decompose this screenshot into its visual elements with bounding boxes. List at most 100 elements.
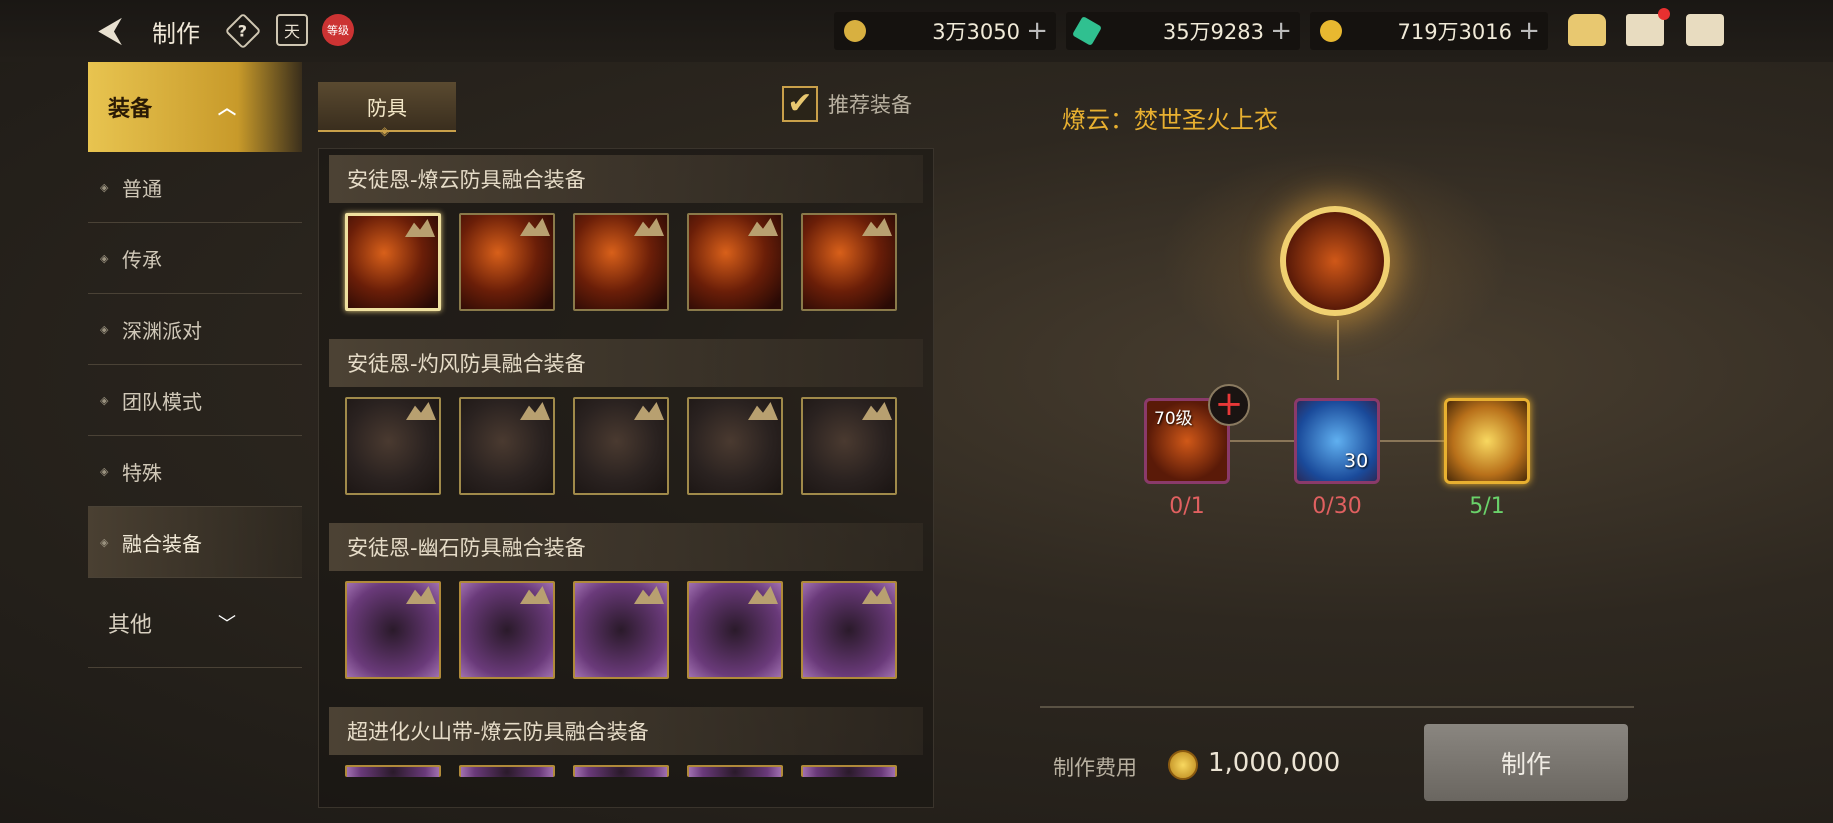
material-count: 0/30 [1312,494,1362,519]
sidebar-item-fusion-equipment[interactable]: 融合装备 [88,507,302,578]
equipment-item[interactable] [345,581,441,679]
gem-icon [1071,15,1103,47]
sidebar-item-normal[interactable]: 普通 [88,152,302,223]
mail-icon[interactable] [1626,8,1670,46]
equipment-item[interactable] [687,581,783,679]
chat-icon[interactable] [1686,14,1724,46]
currency-value: 35万9283 [1162,20,1264,44]
level-badge-icon[interactable]: 等级 [322,14,354,46]
equipment-item[interactable] [459,765,555,777]
add-gem-button[interactable]: + [1270,16,1292,46]
top-bar: ⮜ 制作 ? 天 等级 3万3050 + 35万9283 + 719万3016 … [0,0,1833,62]
equipment-item[interactable] [345,765,441,777]
sidebar-head-label: 装备 [108,97,153,122]
equipment-item[interactable] [801,213,897,311]
sidebar-item-abyss-party[interactable]: 深渊派对 [88,294,302,365]
page-title: 制作 [152,20,200,48]
equipment-item[interactable] [801,581,897,679]
cost-label: 制作费用 [1053,756,1137,780]
grade-icon [520,218,550,236]
add-material-button[interactable]: + [1208,384,1250,426]
group-title: 安徒恩-幽石防具融合装备 [329,523,923,571]
sidebar-item-legacy[interactable]: 传承 [88,223,302,294]
level-tag: 70级 [1154,409,1193,429]
currency-value: 719万3016 [1397,20,1512,44]
equipment-item[interactable] [573,397,669,495]
bag-icon[interactable] [1568,14,1606,46]
sidebar-category-other[interactable]: 其他 ﹀ [88,578,302,668]
equipment-item[interactable] [345,397,441,495]
currency-value: 3万3050 [932,20,1020,44]
equipment-item[interactable] [687,765,783,777]
equipment-item[interactable] [573,765,669,777]
divider [1040,706,1634,708]
gold-coin-icon [1320,20,1342,42]
equipment-item[interactable] [687,397,783,495]
back-arrow-icon[interactable]: ⮜ [98,12,142,48]
equipment-item[interactable] [459,213,555,311]
equipment-item[interactable] [801,397,897,495]
sidebar-category-equipment[interactable]: 装备 ︿ [88,62,302,152]
sidebar-item-special[interactable]: 特殊 [88,436,302,507]
equipment-item[interactable] [801,765,897,777]
grade-icon [862,218,892,236]
group-title: 超进化火山带-燎云防具融合装备 [329,707,923,755]
currency-gold: 719万3016 + [1310,12,1548,50]
grade-icon [520,586,550,604]
sidebar: 装备 ︿ 普通 传承 深渊派对 团队模式 特殊 融合装备 其他 ﹀ [88,62,302,668]
sun-emblem-icon[interactable] [1444,398,1530,484]
grade-icon [405,219,435,237]
coin-c-icon [844,20,866,42]
material-quantity: 30 [1344,450,1369,472]
item-row [319,203,933,333]
currency-coin: 3万3050 + [834,12,1056,50]
material-count: 0/1 [1169,494,1205,519]
grade-icon [748,402,778,420]
notification-dot-icon [1658,8,1670,20]
grade-icon [634,218,664,236]
recommend-checkbox[interactable]: ✔ 推荐装备 [782,86,912,122]
grade-icon [406,402,436,420]
add-gold-button[interactable]: + [1518,16,1540,46]
equipment-item[interactable] [573,581,669,679]
group-title: 安徒恩-燎云防具融合装备 [329,155,923,203]
help-icon[interactable]: ? [224,12,262,50]
result-item-icon[interactable] [1280,206,1390,316]
grade-icon [634,402,664,420]
grade-icon [406,586,436,604]
group-title: 安徒恩-灼风防具融合装备 [329,339,923,387]
currency-gem: 35万9283 + [1066,12,1300,50]
sidebar-item-team-mode[interactable]: 团队模式 [88,365,302,436]
gold-coin-icon [1168,750,1198,780]
chevron-down-icon: ﹀ [218,613,236,635]
grade-icon [520,402,550,420]
grade-icon [748,218,778,236]
cost-value: 1,000,000 [1208,748,1341,778]
equipment-item[interactable] [459,581,555,679]
grade-icon [862,586,892,604]
grade-icon [634,586,664,604]
connector-line [1337,320,1339,380]
make-button[interactable]: 制作 [1424,724,1628,801]
equipment-item[interactable] [345,213,441,311]
equipment-list[interactable]: 安徒恩-燎云防具融合装备 安徒恩-灼风防具融合装备 安徒恩-幽石防具融合装备 超… [318,148,934,808]
grade-icon [862,402,892,420]
tab-indicator-icon: ◈ [380,124,390,138]
selected-item-title: 燎云：焚世圣火上衣 [1062,106,1278,134]
calendar-icon[interactable]: 天 [276,14,308,46]
material-count: 5/1 [1469,494,1505,519]
add-coin-button[interactable]: + [1026,16,1048,46]
equipment-item[interactable] [459,397,555,495]
item-row [319,387,933,517]
item-row [319,755,933,777]
checkmark-icon[interactable]: ✔ [782,86,818,122]
tab-armor[interactable]: 防具 ◈ [318,82,456,138]
sidebar-other-label: 其他 [108,612,153,638]
equipment-item[interactable] [573,213,669,311]
chevron-up-icon: ︿ [218,98,236,119]
item-row [319,571,933,701]
equipment-item[interactable] [687,213,783,311]
recommend-label: 推荐装备 [828,93,912,117]
grade-icon [748,586,778,604]
tab-label: 防具 [367,95,407,120]
